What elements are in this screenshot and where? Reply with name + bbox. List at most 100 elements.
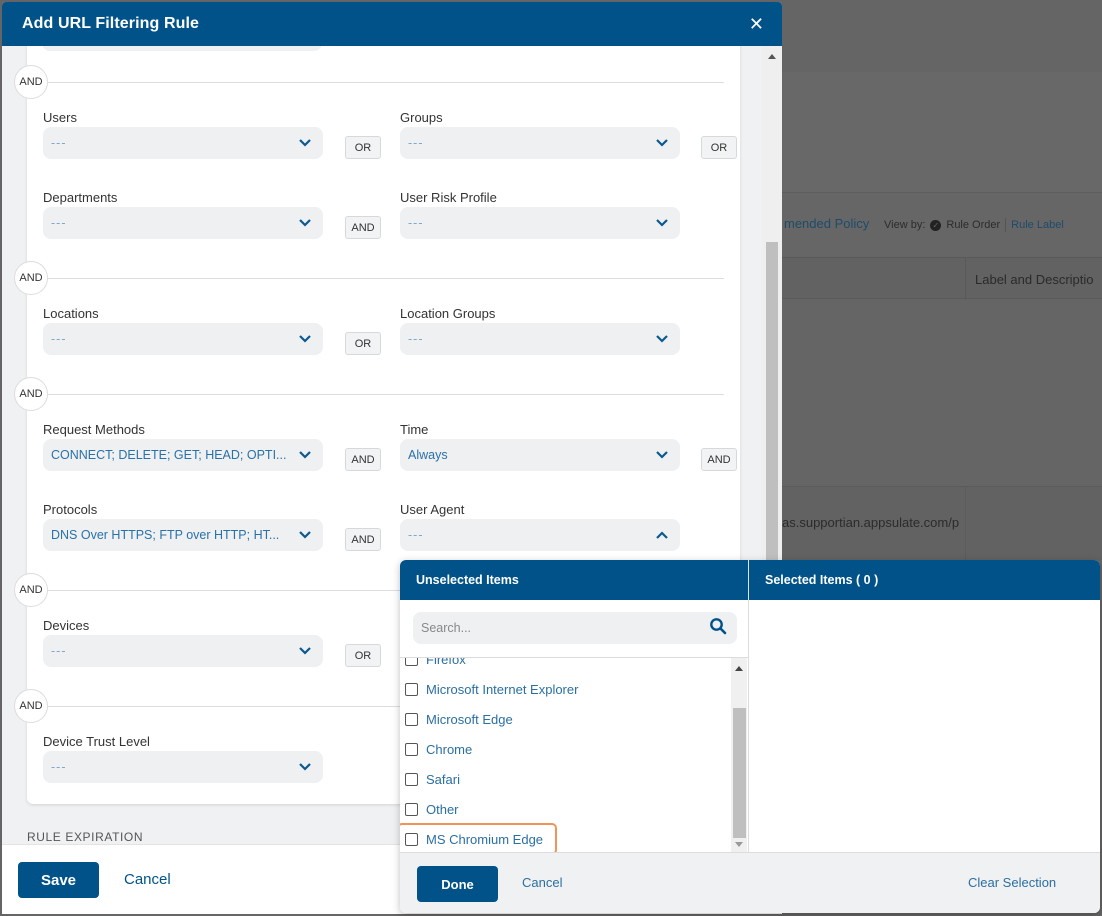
list-item-chrome[interactable]: Chrome	[400, 734, 730, 764]
users-select[interactable]: ---	[43, 127, 323, 159]
user-agent-dropdown-panel: Unselected Items Selected Items ( 0 ) Fi…	[400, 560, 1100, 913]
list-item-other[interactable]: Other	[400, 794, 730, 824]
item-label: Microsoft Edge	[426, 711, 513, 727]
chevron-down-icon	[297, 527, 313, 543]
view-by-rule-label: Rule Label	[1011, 219, 1064, 231]
list-item-safari[interactable]: Safari	[400, 764, 730, 794]
groups-operator-button[interactable]: OR	[701, 136, 737, 159]
dropdown-cancel-button[interactable]: Cancel	[522, 875, 562, 890]
checkbox[interactable]	[405, 712, 418, 726]
header-divider	[748, 560, 749, 600]
unselected-items-list: Firefox Microsoft Internet Explorer Micr…	[400, 657, 749, 852]
clear-selection-button[interactable]: Clear Selection	[968, 875, 1056, 890]
column-divider	[965, 258, 966, 300]
checkbox[interactable]	[405, 832, 418, 846]
list-item-ms-chromium-edge[interactable]: MS Chromium Edge	[400, 823, 557, 852]
departments-select[interactable]: ---	[43, 207, 323, 239]
groups-label: Groups	[400, 110, 443, 125]
locations-value: ---	[51, 332, 67, 346]
user-agent-value: ---	[408, 528, 424, 542]
time-select[interactable]: Always	[400, 439, 680, 471]
separator-line	[48, 82, 724, 83]
devices-select[interactable]: ---	[43, 635, 323, 667]
chevron-down-icon	[297, 643, 313, 659]
chevron-down-icon	[654, 135, 670, 151]
users-groups-operator-button[interactable]: OR	[345, 136, 381, 159]
devices-label: Devices	[43, 618, 90, 633]
device-trust-level-value: ---	[51, 760, 67, 774]
save-button[interactable]: Save	[18, 862, 99, 898]
item-label: Safari	[426, 771, 460, 787]
modal-title: Add URL Filtering Rule	[22, 15, 200, 32]
checkbox[interactable]	[405, 772, 418, 786]
separator-line	[48, 278, 724, 279]
protocols-operator-button[interactable]: AND	[345, 528, 381, 551]
selected-items-pane	[749, 600, 1100, 852]
item-label: Microsoft Internet Explorer	[426, 681, 579, 697]
chevron-down-icon	[297, 759, 313, 775]
list-item-microsoft-edge[interactable]: Microsoft Edge	[400, 704, 730, 734]
cancel-button[interactable]: Cancel	[124, 871, 171, 888]
search-box[interactable]	[413, 612, 737, 644]
device-trust-level-select[interactable]: ---	[43, 751, 323, 783]
search-icon[interactable]	[709, 617, 727, 640]
background-table-row: as.supportian.appsulate.com/p	[780, 486, 1102, 561]
chevron-down-icon	[654, 331, 670, 347]
list-item-firefox[interactable]: Firefox	[400, 658, 730, 674]
departments-operator-button[interactable]: AND	[345, 216, 381, 239]
unselected-items-pane: Firefox Microsoft Internet Explorer Micr…	[400, 600, 749, 852]
scrollbar-thumb[interactable]	[733, 708, 746, 838]
background-band	[780, 72, 1102, 192]
user-risk-profile-select[interactable]: ---	[400, 207, 680, 239]
previous-field-bottom	[42, 46, 322, 51]
row-url: as.supportian.appsulate.com/p	[782, 515, 960, 530]
location-groups-select[interactable]: ---	[400, 323, 680, 355]
locations-label: Locations	[43, 306, 99, 321]
chevron-down-icon	[297, 135, 313, 151]
user-agent-select[interactable]: ---	[400, 519, 680, 551]
done-button[interactable]: Done	[417, 866, 498, 902]
dropdown-footer: Done Cancel Clear Selection	[400, 852, 1100, 913]
search-input[interactable]	[421, 621, 681, 635]
chevron-down-icon	[297, 447, 313, 463]
users-label: Users	[43, 110, 77, 125]
and-operator-badge: AND	[14, 65, 48, 99]
chevron-down-icon	[654, 215, 670, 231]
background-table-header: Label and Descriptio	[780, 257, 1102, 300]
chevron-down-icon	[297, 331, 313, 347]
checkbox[interactable]	[405, 802, 418, 816]
time-label: Time	[400, 422, 429, 437]
locations-operator-button[interactable]: OR	[345, 332, 381, 355]
column-header-label-description: Label and Descriptio	[975, 272, 1094, 287]
and-operator-badge: AND	[14, 573, 48, 607]
item-label: MS Chromium Edge	[426, 831, 544, 847]
chevron-down-icon	[297, 215, 313, 231]
divider	[1005, 218, 1007, 232]
and-separator: AND	[14, 377, 724, 411]
protocols-select[interactable]: DNS Over HTTPS; FTP over HTTP; HT...	[43, 519, 323, 551]
request-methods-operator-button[interactable]: AND	[345, 448, 381, 471]
groups-select[interactable]: ---	[400, 127, 680, 159]
devices-operator-button[interactable]: OR	[345, 644, 381, 667]
separator-line	[48, 394, 724, 395]
time-operator-button[interactable]: AND	[701, 448, 737, 471]
scroll-up-arrow-icon[interactable]	[768, 54, 776, 59]
list-item-microsoft-internet-explorer[interactable]: Microsoft Internet Explorer	[400, 674, 730, 704]
item-label: Other	[426, 801, 459, 817]
and-operator-badge: AND	[14, 261, 48, 295]
request-methods-value: CONNECT; DELETE; GET; HEAD; OPTI...	[51, 448, 287, 462]
close-icon[interactable]: ✕	[749, 15, 764, 33]
list-scrollbar[interactable]	[731, 658, 747, 852]
users-value: ---	[51, 136, 67, 150]
request-methods-select[interactable]: CONNECT; DELETE; GET; HEAD; OPTI...	[43, 439, 323, 471]
scroll-down-arrow-icon[interactable]	[735, 842, 743, 847]
checkbox[interactable]	[405, 682, 418, 696]
background-toolbar: mended Policy View by: ✓ Rule Order Rule…	[780, 192, 1102, 256]
scroll-up-arrow-icon[interactable]	[735, 666, 743, 671]
and-operator-badge: AND	[14, 377, 48, 411]
view-by-group: View by: ✓ Rule Order Rule Label	[884, 218, 1064, 232]
checkbox[interactable]	[405, 742, 418, 756]
devices-value: ---	[51, 644, 67, 658]
checkbox[interactable]	[405, 658, 418, 666]
locations-select[interactable]: ---	[43, 323, 323, 355]
